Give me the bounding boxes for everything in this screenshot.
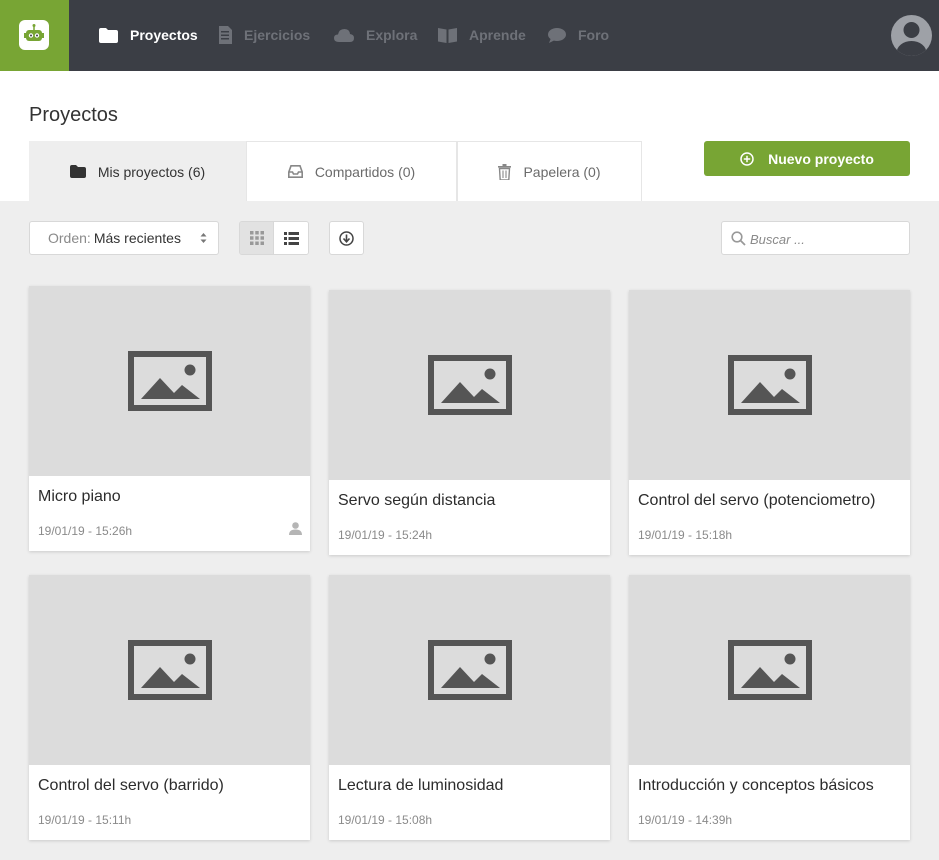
image-placeholder-icon — [427, 640, 512, 700]
project-thumbnail — [29, 575, 310, 765]
folder-icon — [99, 27, 118, 43]
search-input[interactable] — [750, 229, 900, 249]
image-placeholder-icon — [727, 640, 812, 700]
tab-papelera[interactable]: Papelera (0) — [457, 141, 642, 201]
select-arrows-icon — [200, 233, 207, 243]
tab-label: Mis proyectos (6) — [97, 163, 206, 180]
project-title: Lectura de luminosidad — [338, 777, 504, 794]
new-project-button[interactable]: Nuevo proyecto — [704, 141, 910, 176]
download-button[interactable] — [329, 221, 364, 255]
image-placeholder-icon — [127, 351, 212, 411]
project-card[interactable]: Servo según distancia 19/01/19 - 15:24h — [329, 290, 610, 555]
tab-mis-proyectos[interactable]: Mis proyectos (6) — [29, 141, 246, 201]
project-title: Servo según distancia — [338, 492, 496, 509]
list-icon — [283, 231, 299, 245]
user-icon — [896, 22, 927, 56]
tab-label: Compartidos (0) — [314, 163, 416, 180]
book-icon — [438, 28, 457, 43]
app-logo[interactable] — [0, 0, 69, 71]
nav-item-foro[interactable]: Foro — [548, 24, 609, 46]
project-title: Introducción y conceptos básicos — [638, 777, 874, 794]
robot-icon — [19, 20, 49, 50]
search-box — [721, 221, 910, 255]
project-date: 19/01/19 - 15:11h — [38, 813, 132, 827]
project-card[interactable]: Lectura de luminosidad 19/01/19 - 15:08h — [329, 575, 610, 840]
project-date: 19/01/19 - 15:08h — [338, 813, 433, 827]
project-title: Control del servo (potenciometro) — [638, 492, 876, 509]
image-placeholder-icon — [127, 640, 212, 700]
download-icon — [339, 230, 354, 246]
nav-item-label: Ejercicios — [244, 27, 311, 43]
image-placeholder-icon — [427, 355, 512, 415]
order-label: Orden: — [48, 230, 91, 246]
nav-item-label: Aprende — [469, 27, 526, 43]
view-toggle — [239, 221, 309, 255]
project-thumbnail — [629, 290, 910, 480]
nav-item-explora[interactable]: Explora — [334, 24, 417, 46]
page-title: Proyectos — [29, 104, 118, 126]
project-thumbnail — [29, 286, 310, 476]
tab-label: Papelera (0) — [523, 163, 601, 180]
nav-item-ejercicios[interactable]: Ejercicios — [218, 24, 310, 46]
order-select[interactable]: Orden: Más recientes — [29, 221, 219, 255]
nav-item-proyectos[interactable]: Proyectos — [99, 24, 198, 46]
project-card[interactable]: Introducción y conceptos básicos 19/01/1… — [629, 575, 910, 840]
document-icon — [219, 26, 232, 44]
inbox-icon — [287, 165, 303, 178]
project-title: Micro piano — [38, 488, 121, 505]
cloud-icon — [334, 28, 354, 42]
plus-circle-icon — [740, 151, 754, 166]
nav-item-label: Proyectos — [130, 27, 198, 43]
new-project-label: Nuevo proyecto — [768, 150, 874, 167]
project-card[interactable]: Micro piano 19/01/19 - 15:26h — [29, 286, 310, 551]
tab-compartidos[interactable]: Compartidos (0) — [246, 141, 457, 201]
project-thumbnail — [329, 575, 610, 765]
list-view-button[interactable] — [274, 222, 308, 254]
nav-item-label: Foro — [578, 27, 610, 43]
chat-icon — [548, 27, 566, 43]
top-navigation-bar: Proyectos Ejercicios Explora Aprende For… — [0, 0, 939, 71]
project-card[interactable]: Control del servo (potenciometro) 19/01/… — [629, 290, 910, 555]
folder-icon — [69, 165, 86, 178]
project-thumbnail — [329, 290, 610, 480]
nav-item-label: Explora — [366, 27, 418, 43]
project-card[interactable]: Control del servo (barrido) 19/01/19 - 1… — [29, 575, 310, 840]
project-date: 19/01/19 - 15:18h — [638, 528, 733, 542]
grid-icon — [249, 231, 264, 245]
user-icon — [289, 522, 302, 535]
project-thumbnail — [629, 575, 910, 765]
project-title: Control del servo (barrido) — [38, 777, 224, 794]
order-value: Más recientes — [93, 230, 181, 246]
trash-icon — [498, 163, 512, 180]
image-placeholder-icon — [727, 355, 812, 415]
project-date: 19/01/19 - 14:39h — [638, 813, 733, 827]
user-avatar[interactable] — [891, 15, 932, 56]
search-icon — [731, 231, 746, 246]
project-date: 19/01/19 - 15:24h — [338, 528, 433, 542]
nav-item-aprende[interactable]: Aprende — [438, 24, 526, 46]
grid-view-button[interactable] — [240, 222, 275, 254]
project-date: 19/01/19 - 15:26h — [38, 524, 133, 538]
